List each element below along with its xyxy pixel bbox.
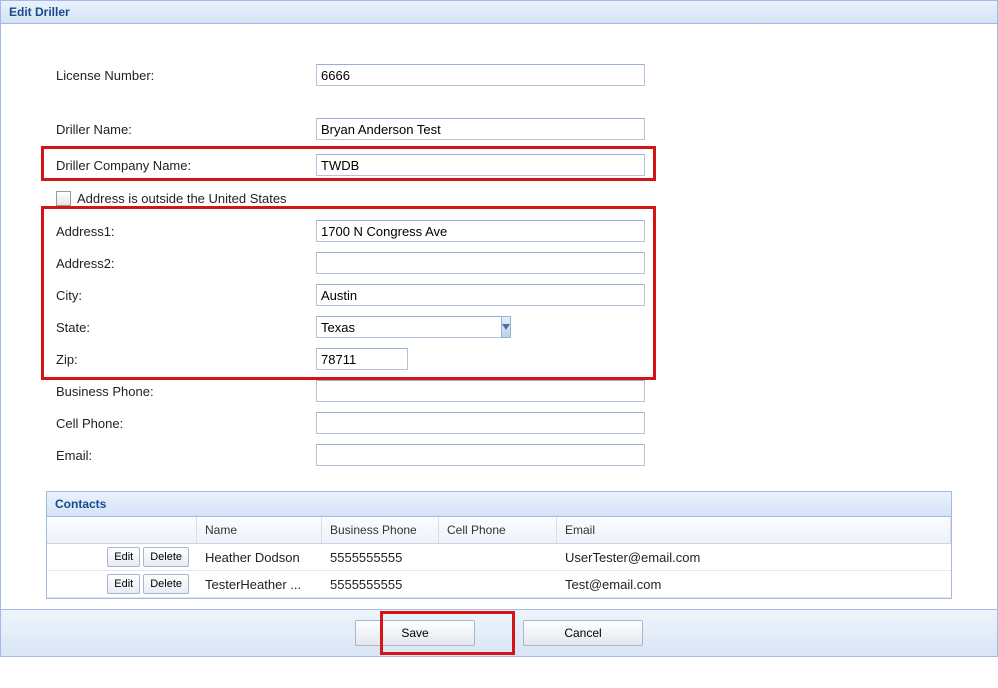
cell-phone-input[interactable] bbox=[316, 412, 645, 434]
driller-name-input[interactable] bbox=[316, 118, 645, 140]
label-business-phone: Business Phone: bbox=[41, 384, 316, 399]
table-row: Edit Delete Heather Dodson 5555555555 Us… bbox=[47, 544, 951, 571]
edit-button[interactable]: Edit bbox=[107, 574, 140, 594]
contacts-header-row: Name Business Phone Cell Phone Email bbox=[47, 517, 951, 544]
business-phone-input[interactable] bbox=[316, 380, 645, 402]
delete-button[interactable]: Delete bbox=[143, 547, 189, 567]
contacts-grid: Name Business Phone Cell Phone Email Edi… bbox=[47, 517, 951, 598]
table-row: Edit Delete TesterHeather ... 5555555555… bbox=[47, 571, 951, 598]
col-cphone: Cell Phone bbox=[439, 517, 557, 543]
cell-bphone: 5555555555 bbox=[322, 577, 439, 592]
cell-email: Test@email.com bbox=[557, 577, 951, 592]
form-wrap: License Number: Driller Name: Driller Co… bbox=[41, 59, 957, 471]
label-driller-name: Driller Name: bbox=[41, 122, 316, 137]
cell-email: UserTester@email.com bbox=[557, 550, 951, 565]
panel-body: License Number: Driller Name: Driller Co… bbox=[1, 24, 997, 609]
license-input[interactable] bbox=[316, 64, 645, 86]
cancel-button[interactable]: Cancel bbox=[523, 620, 643, 646]
cell-name: TesterHeather ... bbox=[197, 577, 322, 592]
col-email: Email bbox=[557, 517, 951, 543]
footer-bar: Save Cancel bbox=[1, 609, 997, 656]
col-actions bbox=[47, 517, 197, 543]
row-driller-name: Driller Name: bbox=[41, 113, 957, 145]
label-cell-phone: Cell Phone: bbox=[41, 416, 316, 431]
highlight-box-company bbox=[41, 146, 656, 181]
outside-us-checkbox[interactable] bbox=[56, 191, 71, 206]
col-bphone: Business Phone bbox=[322, 517, 439, 543]
col-name: Name bbox=[197, 517, 322, 543]
row-email: Email: bbox=[41, 439, 957, 471]
contacts-panel: Contacts Name Business Phone Cell Phone … bbox=[46, 491, 952, 599]
cell-bphone: 5555555555 bbox=[322, 550, 439, 565]
highlight-box-save bbox=[380, 611, 515, 655]
row-cell-phone: Cell Phone: bbox=[41, 407, 957, 439]
edit-driller-panel: Edit Driller License Number: Driller Nam… bbox=[0, 0, 998, 657]
panel-title: Edit Driller bbox=[1, 1, 997, 24]
row-license: License Number: bbox=[41, 59, 957, 91]
cell-name: Heather Dodson bbox=[197, 550, 322, 565]
label-outside-us: Address is outside the United States bbox=[77, 191, 287, 206]
highlight-box-address bbox=[41, 206, 656, 380]
delete-button[interactable]: Delete bbox=[143, 574, 189, 594]
edit-button[interactable]: Edit bbox=[107, 547, 140, 567]
label-license: License Number: bbox=[41, 68, 316, 83]
email-input[interactable] bbox=[316, 444, 645, 466]
label-email: Email: bbox=[41, 448, 316, 463]
contacts-title: Contacts bbox=[47, 492, 951, 517]
